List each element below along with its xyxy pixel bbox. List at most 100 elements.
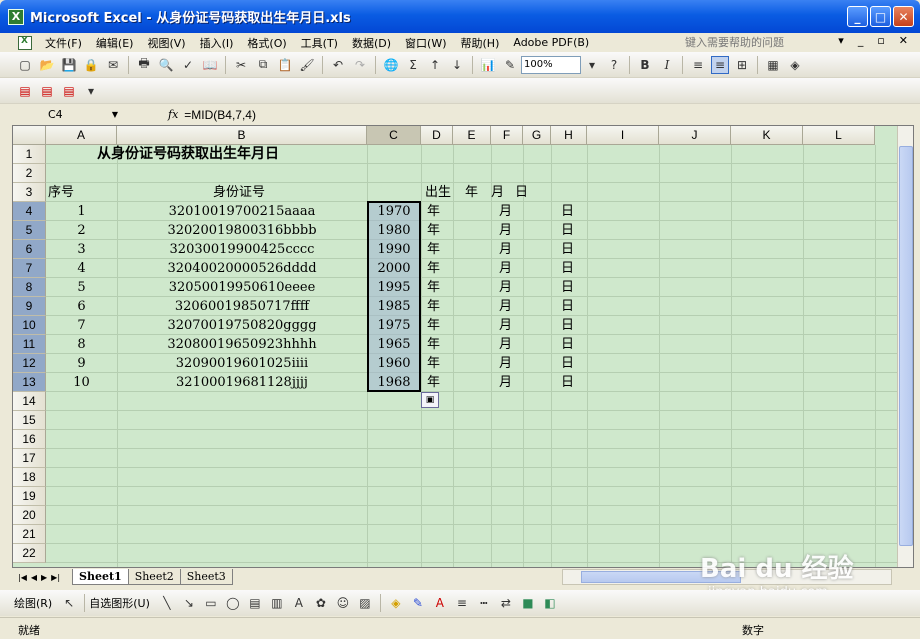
permission-icon[interactable]: 🔒 xyxy=(82,56,100,74)
year-cell[interactable]: 1990 xyxy=(367,240,421,259)
sort-ascending-icon[interactable]: ↑ xyxy=(426,56,444,74)
document-icon[interactable] xyxy=(18,35,32,50)
doc-close-button[interactable]: ✕ xyxy=(899,34,908,47)
align-left-icon[interactable]: ≡ xyxy=(689,56,707,74)
drawing-icon[interactable]: ✎ xyxy=(501,56,519,74)
row-header-18[interactable]: 18 xyxy=(13,468,46,487)
fill-color-icon[interactable]: ◈ xyxy=(786,56,804,74)
help-question-input[interactable]: 键入需要帮助的问题 xyxy=(685,34,784,50)
id-cell[interactable]: 32030019900425cccc xyxy=(117,240,367,259)
header-year-cell[interactable]: 年 xyxy=(465,183,478,202)
textbox-icon[interactable]: ▤ xyxy=(246,594,264,612)
undo-icon[interactable]: ↶ xyxy=(329,56,347,74)
line-style-icon[interactable]: ≡ xyxy=(453,594,471,612)
column-header-i[interactable]: I xyxy=(587,126,659,145)
first-sheet-icon[interactable]: |◀ xyxy=(18,573,27,582)
prev-sheet-icon[interactable]: ◀ xyxy=(31,573,37,582)
dash-style-icon[interactable]: ┅ xyxy=(475,594,493,612)
month-unit-cell[interactable]: 月 xyxy=(499,316,523,335)
chart-wizard-icon[interactable]: 📊 xyxy=(479,56,497,74)
doc-restore-button[interactable]: ▫ xyxy=(877,34,884,47)
zoom-select[interactable]: 100% xyxy=(521,55,581,74)
month-unit-cell[interactable]: 月 xyxy=(499,221,523,240)
vertical-textbox-icon[interactable]: ▥ xyxy=(268,594,286,612)
tab-sheet2[interactable]: Sheet2 xyxy=(127,569,181,585)
zoom-dropdown-icon[interactable]: ▾ xyxy=(583,56,601,74)
month-unit-cell[interactable]: 月 xyxy=(499,259,523,278)
column-header-c[interactable]: C xyxy=(367,126,421,145)
print-preview-icon[interactable]: 🔍 xyxy=(157,56,175,74)
name-box[interactable]: C4 ▼ xyxy=(12,106,122,124)
year-unit-cell[interactable]: 年 xyxy=(427,221,451,240)
day-unit-cell[interactable]: 日 xyxy=(561,202,585,221)
row-header-1[interactable]: 1 xyxy=(13,145,46,164)
3d-style-icon[interactable]: ◧ xyxy=(541,594,559,612)
month-unit-cell[interactable]: 月 xyxy=(499,373,523,392)
month-unit-cell[interactable]: 月 xyxy=(499,202,523,221)
seq-cell[interactable]: 3 xyxy=(46,240,117,259)
menu-window[interactable]: 窗口(W) xyxy=(398,35,453,51)
month-unit-cell[interactable]: 月 xyxy=(499,297,523,316)
row-header-14[interactable]: 14 xyxy=(13,392,46,411)
year-unit-cell[interactable]: 年 xyxy=(427,202,451,221)
id-cell[interactable]: 32040020000526dddd xyxy=(117,259,367,278)
id-cell[interactable]: 32070019750820gggg xyxy=(117,316,367,335)
seq-cell[interactable]: 7 xyxy=(46,316,117,335)
menu-data[interactable]: 数据(D) xyxy=(345,35,398,51)
seq-cell[interactable]: 9 xyxy=(46,354,117,373)
clipart-icon[interactable]: ☺ xyxy=(334,594,352,612)
year-cell[interactable]: 1980 xyxy=(367,221,421,240)
id-cell[interactable]: 32100019681128jjjj xyxy=(117,373,367,392)
menu-file[interactable]: 文件(F) xyxy=(38,35,89,51)
year-unit-cell[interactable]: 年 xyxy=(427,335,451,354)
id-cell[interactable]: 32010019700215aaaa xyxy=(117,202,367,221)
id-cell[interactable]: 32060019850717ffff xyxy=(117,297,367,316)
day-unit-cell[interactable]: 日 xyxy=(561,373,585,392)
shadow-style-icon[interactable]: ■ xyxy=(519,594,537,612)
diagram-icon[interactable]: ✿ xyxy=(312,594,330,612)
row-header-5[interactable]: 5 xyxy=(13,221,46,240)
year-cell[interactable]: 1968 xyxy=(367,373,421,392)
select-objects-icon[interactable]: ↖ xyxy=(60,594,78,612)
doc-minimize-button[interactable]: _ xyxy=(858,34,864,47)
column-header-l[interactable]: L xyxy=(803,126,875,145)
worksheet-grid[interactable]: ABCDEFGHIJKL 1 2 3 4 5 6 7 8 9 10 11 12 13 14 15 16 17 18… xyxy=(12,125,914,568)
day-unit-cell[interactable]: 日 xyxy=(561,354,585,373)
year-cell[interactable]: 1995 xyxy=(367,278,421,297)
format-painter-icon[interactable]: 🖌 xyxy=(298,56,316,74)
formula-input[interactable]: =MID(B4,7,4) xyxy=(184,108,256,122)
autoshapes-menu-button[interactable]: 自选图形(U) xyxy=(89,595,150,611)
menu-help[interactable]: 帮助(H) xyxy=(454,35,507,51)
paste-icon[interactable]: 📋 xyxy=(276,56,294,74)
seq-cell[interactable]: 4 xyxy=(46,259,117,278)
vertical-scroll-thumb[interactable] xyxy=(899,146,913,546)
row-header-11[interactable]: 11 xyxy=(13,335,46,354)
wordart-icon[interactable]: A xyxy=(290,594,308,612)
day-unit-cell[interactable]: 日 xyxy=(561,335,585,354)
id-cell[interactable]: 32090019601025iiii xyxy=(117,354,367,373)
year-cell[interactable]: 1970 xyxy=(367,202,421,221)
cut-icon[interactable]: ✂ xyxy=(232,56,250,74)
line-icon[interactable]: ╲ xyxy=(158,594,176,612)
id-cell[interactable]: 32050019950610eeee xyxy=(117,278,367,297)
month-unit-cell[interactable]: 月 xyxy=(499,354,523,373)
pdf-review-icon[interactable]: ▤ xyxy=(60,82,78,100)
year-unit-cell[interactable]: 年 xyxy=(427,316,451,335)
year-cell[interactable]: 1975 xyxy=(367,316,421,335)
row-header-6[interactable]: 6 xyxy=(13,240,46,259)
menu-tools[interactable]: 工具(T) xyxy=(294,35,345,51)
day-unit-cell[interactable]: 日 xyxy=(561,316,585,335)
row-header-8[interactable]: 8 xyxy=(13,278,46,297)
id-cell[interactable]: 32020019800316bbbb xyxy=(117,221,367,240)
autosum-icon[interactable]: Σ xyxy=(404,56,422,74)
spelling-icon[interactable]: ✓ xyxy=(179,56,197,74)
header-seq-cell[interactable]: 序号 xyxy=(48,183,74,202)
year-cell[interactable]: 1985 xyxy=(367,297,421,316)
help-dropdown-icon[interactable]: ▾ xyxy=(838,34,844,47)
month-unit-cell[interactable]: 月 xyxy=(499,335,523,354)
copy-icon[interactable]: ⧉ xyxy=(254,56,272,74)
year-cell[interactable]: 1960 xyxy=(367,354,421,373)
header-day-cell[interactable]: 日 xyxy=(515,183,528,202)
row-header-3[interactable]: 3 xyxy=(13,183,46,202)
picture-icon[interactable]: ▨ xyxy=(356,594,374,612)
